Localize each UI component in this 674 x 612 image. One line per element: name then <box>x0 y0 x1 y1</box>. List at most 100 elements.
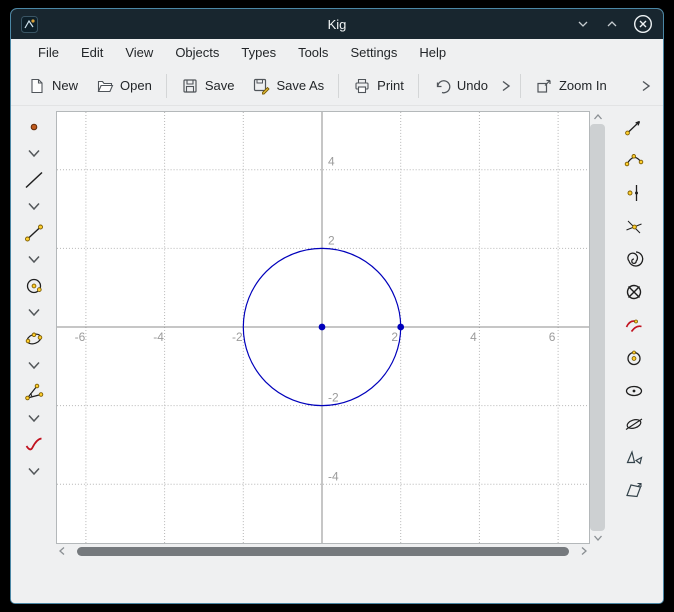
toolbar-separator <box>166 74 167 98</box>
tool-angle[interactable] <box>20 380 48 404</box>
geometry-canvas[interactable]: -6-4-224642-2-4 <box>57 112 589 543</box>
open-folder-icon <box>96 77 114 95</box>
new-button[interactable]: New <box>19 71 87 101</box>
status-bar <box>11 561 663 603</box>
scroll-down-button[interactable] <box>591 532 605 544</box>
horizontal-scrollbar[interactable] <box>56 544 590 558</box>
vertical-scroll-thumb[interactable] <box>590 124 605 531</box>
scroll-left-button[interactable] <box>56 544 68 558</box>
main-toolbar: New Open Save <box>11 66 663 106</box>
maximize-button[interactable] <box>604 16 620 32</box>
chevron-down-icon <box>25 465 43 478</box>
menu-settings[interactable]: Settings <box>341 41 406 64</box>
point-on-line-icon <box>623 182 645 204</box>
angle-group-expander[interactable] <box>20 411 48 426</box>
point-icon <box>23 116 45 138</box>
toolbar-separator <box>520 74 521 98</box>
vector-icon <box>623 116 645 138</box>
menu-types[interactable]: Types <box>232 41 285 64</box>
angle-icon <box>23 381 45 403</box>
scrollbar-corner <box>590 544 605 558</box>
tool-arcs[interactable] <box>620 313 648 337</box>
kig-app-icon <box>21 16 38 33</box>
canvas-frame: -6-4-224642-2-4 <box>56 111 590 544</box>
save-icon <box>181 77 199 95</box>
point-group-expander[interactable] <box>20 146 48 161</box>
menu-file[interactable]: File <box>29 41 68 64</box>
tool-intersection[interactable] <box>620 214 648 238</box>
scroll-up-button[interactable] <box>591 111 605 123</box>
scale-icon <box>623 479 645 501</box>
tool-arc-by-three-points[interactable] <box>620 148 648 172</box>
tool-segment[interactable] <box>20 221 48 245</box>
tool-test[interactable] <box>20 433 48 457</box>
segment-group-expander[interactable] <box>20 252 48 267</box>
minimize-button[interactable] <box>575 16 591 32</box>
svg-text:-2: -2 <box>328 391 339 405</box>
tool-scale[interactable] <box>620 478 648 502</box>
menu-view[interactable]: View <box>116 41 162 64</box>
open-button[interactable]: Open <box>87 71 161 101</box>
zoom-in-label: Zoom In <box>559 78 607 93</box>
tool-hyperbola[interactable] <box>620 412 648 436</box>
tool-vector[interactable] <box>620 115 648 139</box>
conic-group-expander[interactable] <box>20 358 48 373</box>
minimize-icon <box>575 16 591 32</box>
undo-expand-button[interactable] <box>497 73 515 99</box>
svg-text:6: 6 <box>549 330 556 344</box>
tool-line[interactable] <box>20 168 48 192</box>
menu-objects[interactable]: Objects <box>166 41 228 64</box>
print-icon <box>353 77 371 95</box>
scroll-right-button[interactable] <box>578 544 590 558</box>
horizontal-scroll-thumb[interactable] <box>77 547 570 556</box>
red-arcs-icon <box>623 314 645 336</box>
svg-text:-6: -6 <box>75 330 86 344</box>
undo-button[interactable]: Undo <box>424 71 497 101</box>
chevron-down-icon <box>25 412 43 425</box>
print-button[interactable]: Print <box>344 71 413 101</box>
horizontal-scroll-track[interactable] <box>68 544 578 558</box>
tool-point[interactable] <box>20 115 48 139</box>
svg-text:4: 4 <box>328 155 335 169</box>
kig-window: Kig <box>10 8 664 604</box>
vertical-scroll-track[interactable] <box>590 123 605 532</box>
window-title: Kig <box>11 17 663 32</box>
menu-tools[interactable]: Tools <box>289 41 337 64</box>
undo-icon <box>433 77 451 95</box>
tool-circle[interactable] <box>20 274 48 298</box>
canvas-area: -6-4-224642-2-4 <box>56 106 605 561</box>
save-button[interactable]: Save <box>172 71 244 101</box>
title-bar[interactable]: Kig <box>11 9 663 39</box>
tool-circle-center-point[interactable] <box>620 346 648 370</box>
svg-text:-2: -2 <box>232 330 243 344</box>
tool-hide-object[interactable] <box>620 280 648 304</box>
save-label: Save <box>205 78 235 93</box>
toolbar-overflow-button[interactable] <box>637 73 655 99</box>
chevron-down-icon <box>25 359 43 372</box>
svg-text:-4: -4 <box>328 469 339 483</box>
line-group-expander[interactable] <box>20 199 48 214</box>
menu-edit[interactable]: Edit <box>72 41 112 64</box>
right-toolbar <box>605 106 663 561</box>
test-group-expander[interactable] <box>20 464 48 479</box>
vertical-scrollbar[interactable] <box>590 111 605 544</box>
toolbar-separator <box>338 74 339 98</box>
zoom-in-button[interactable]: Zoom In <box>526 71 616 101</box>
circle-center-point-icon <box>623 347 645 369</box>
close-button[interactable] <box>633 14 653 34</box>
tool-locus[interactable] <box>620 247 648 271</box>
ellipse-icon <box>623 380 645 402</box>
tool-reflect[interactable] <box>620 445 648 469</box>
save-as-button[interactable]: Save As <box>243 71 333 101</box>
reflect-icon <box>623 446 645 468</box>
intersection-icon <box>623 215 645 237</box>
conic-icon <box>23 328 45 350</box>
menu-help[interactable]: Help <box>410 41 455 64</box>
tool-ellipse[interactable] <box>620 379 648 403</box>
circle-group-expander[interactable] <box>20 305 48 320</box>
menu-bar: File Edit View Objects Types Tools Setti… <box>11 39 663 66</box>
chevron-right-icon <box>579 545 589 557</box>
open-label: Open <box>120 78 152 93</box>
tool-conic[interactable] <box>20 327 48 351</box>
tool-point-on-object[interactable] <box>620 181 648 205</box>
